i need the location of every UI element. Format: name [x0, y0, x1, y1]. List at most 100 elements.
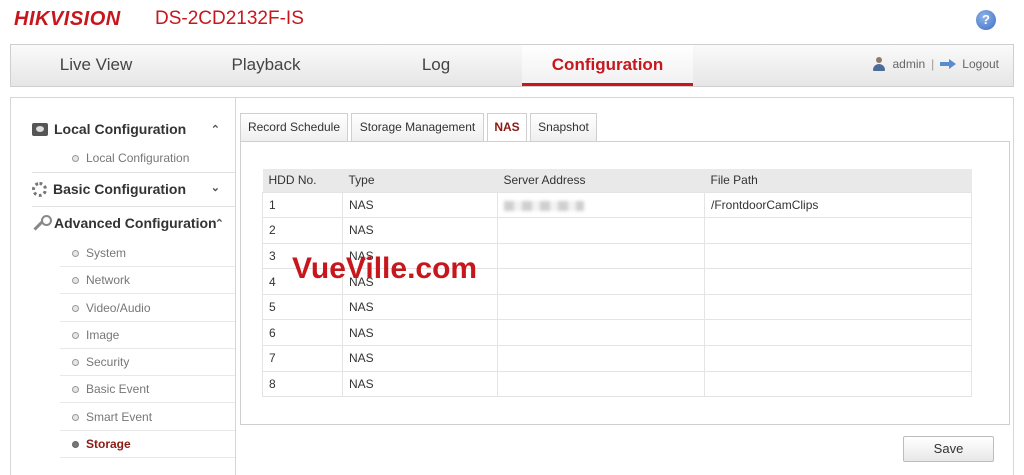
table-row: 5 NAS	[262, 293, 972, 321]
sidebar-item-network[interactable]: Network	[60, 267, 235, 294]
sidebar-item-label: Security	[86, 355, 130, 369]
column-hdd-no: HDD No.	[262, 169, 343, 192]
menu-local-configuration[interactable]: Local Configuration ⌃	[32, 121, 236, 137]
column-type: Type	[342, 169, 498, 192]
sidebar-item-local-configuration[interactable]: Local Configuration	[60, 145, 235, 172]
save-button[interactable]: Save	[903, 436, 994, 462]
file-path-cell[interactable]	[704, 293, 972, 321]
column-server-address: Server Address	[497, 169, 705, 192]
sidebar-item-security[interactable]: Security	[60, 349, 235, 376]
logout-icon[interactable]	[940, 59, 957, 69]
file-path-cell[interactable]	[704, 370, 972, 398]
sidebar-item-system[interactable]: System	[60, 240, 235, 267]
type-cell: NAS	[342, 319, 498, 347]
user-icon	[872, 57, 886, 71]
brand-logo: HIKVISION	[14, 8, 121, 30]
table-header-row: HDD No. Type Server Address File Path	[262, 169, 972, 192]
table-row: 2 NAS	[262, 217, 972, 244]
tab-configuration[interactable]: Configuration	[522, 45, 693, 86]
table-row: 6 NAS	[262, 319, 972, 347]
bullet-icon	[72, 250, 79, 257]
column-file-path: File Path	[704, 169, 972, 192]
server-address-cell[interactable]	[497, 242, 705, 270]
chevron-up-icon: ⌃	[214, 218, 224, 230]
hdd-no-cell: 6	[262, 319, 343, 347]
hdd-no-cell: 1	[262, 191, 343, 219]
separator: |	[931, 57, 935, 71]
table-row: 7 NAS	[262, 345, 972, 372]
type-cell: NAS	[342, 217, 498, 244]
sidebar-item-label: Image	[86, 328, 120, 342]
bullet-icon	[72, 386, 79, 393]
help-icon[interactable]: ?	[976, 10, 996, 30]
local-config-icon	[32, 122, 48, 136]
main-nav: Live View Playback Log Configuration adm…	[10, 44, 1014, 87]
chevron-down-icon: ⌄	[210, 182, 220, 194]
bullet-icon	[72, 441, 79, 448]
chevron-up-icon: ⌃	[210, 124, 220, 136]
sidebar-item-basic-event[interactable]: Basic Event	[60, 376, 235, 403]
file-path-cell[interactable]	[704, 242, 972, 270]
sidebar-item-label: Basic Event	[86, 382, 150, 396]
watermark: VueVille.com	[292, 252, 478, 285]
type-cell: NAS	[342, 370, 498, 398]
sidebar-item-label: System	[86, 246, 127, 260]
bullet-icon	[72, 414, 79, 421]
sidebar-item-label: Smart Event	[86, 410, 153, 424]
hdd-no-cell: 8	[262, 370, 343, 398]
menu-advanced-label: Advanced Configuration	[54, 215, 217, 231]
camera-model-title: DS-2CD2132F-IS	[155, 8, 304, 29]
tab-storage-management[interactable]: Storage Management	[351, 113, 484, 141]
menu-local-label: Local Configuration	[54, 121, 187, 137]
server-address-cell[interactable]	[497, 217, 705, 244]
server-address-cell[interactable]	[497, 191, 705, 219]
username: admin	[892, 57, 926, 71]
sidebar-item-image[interactable]: Image	[60, 322, 235, 349]
divider	[32, 206, 235, 207]
type-cell: NAS	[342, 293, 498, 321]
file-path-cell[interactable]	[704, 268, 972, 295]
server-address-cell[interactable]	[497, 370, 705, 398]
gear-icon	[32, 181, 47, 197]
server-address-cell[interactable]	[497, 319, 705, 347]
bullet-icon	[72, 332, 79, 339]
hdd-no-cell: 7	[262, 345, 343, 372]
logout-link[interactable]: Logout	[962, 57, 999, 71]
sidebar-item-video-audio[interactable]: Video/Audio	[60, 295, 235, 322]
bullet-icon	[72, 155, 79, 162]
tab-nas[interactable]: NAS	[487, 113, 527, 142]
menu-basic-configuration[interactable]: Basic Configuration ⌄	[32, 181, 236, 197]
sidebar-item-storage[interactable]: Storage	[60, 431, 235, 458]
bullet-icon	[72, 305, 79, 312]
sidebar: Local Configuration ⌃ Local Configuratio…	[10, 97, 236, 475]
server-address-cell[interactable]	[497, 345, 705, 372]
table-row: 1 NAS /FrontdoorCamClips	[262, 191, 972, 219]
menu-basic-label: Basic Configuration	[53, 181, 187, 197]
file-path-cell[interactable]	[704, 217, 972, 244]
server-address-cell[interactable]	[497, 268, 705, 295]
tab-record-schedule[interactable]: Record Schedule	[240, 113, 348, 141]
wrench-icon	[32, 215, 52, 231]
page: HIKVISION DS-2CD2132F-IS ? Live View Pla…	[0, 0, 1024, 475]
file-path-cell[interactable]	[704, 319, 972, 347]
sidebar-item-label: Network	[86, 273, 131, 287]
redacted-address	[504, 200, 584, 211]
tab-live-view[interactable]: Live View	[11, 45, 181, 86]
tab-log[interactable]: Log	[351, 45, 521, 86]
type-cell: NAS	[342, 191, 498, 219]
sidebar-item-label: Storage	[86, 437, 131, 451]
bullet-icon	[72, 359, 79, 366]
user-area: admin | Logout	[872, 57, 999, 71]
file-path-cell[interactable]: /FrontdoorCamClips	[704, 191, 972, 219]
tab-playback[interactable]: Playback	[181, 45, 351, 86]
menu-advanced-configuration[interactable]: Advanced Configuration ⌃	[32, 215, 236, 231]
hdd-no-cell: 5	[262, 293, 343, 321]
hdd-no-cell: 2	[262, 217, 343, 244]
tab-snapshot[interactable]: Snapshot	[530, 113, 597, 141]
bullet-icon	[72, 277, 79, 284]
sidebar-item-label: Local Configuration	[86, 151, 190, 165]
sidebar-item-smart-event[interactable]: Smart Event	[60, 404, 235, 431]
file-path-cell[interactable]	[704, 345, 972, 372]
sidebar-item-label: Video/Audio	[86, 301, 151, 315]
server-address-cell[interactable]	[497, 293, 705, 321]
